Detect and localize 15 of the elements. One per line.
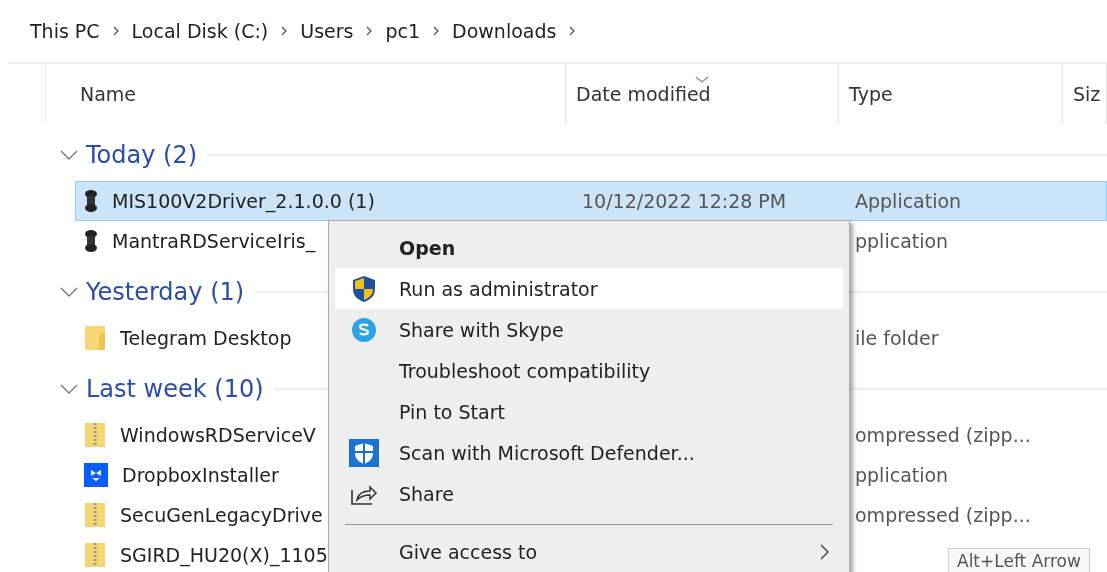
date-cell: 10/12/2022 12:28 PM xyxy=(582,190,787,212)
type-cell: pplication xyxy=(855,230,949,252)
file-name: SGIRD_HU20(X)_1105 xyxy=(120,544,328,566)
type-cell: ile folder xyxy=(855,327,939,349)
file-name: WindowsRDServiceV xyxy=(120,424,316,446)
file-name: Telegram Desktop xyxy=(120,327,292,349)
file-name: MantraRDServiceIris_ xyxy=(112,230,316,252)
type-cell: pplication xyxy=(855,464,949,486)
file-name: DropboxInstaller xyxy=(122,464,279,486)
type-cell: ompressed (zipp... xyxy=(855,504,1031,526)
file-name: MIS100V2Driver_2.1.0.0 (1) xyxy=(112,190,375,212)
type-cell: ompressed (zipp... xyxy=(855,424,1031,446)
type-cell: Application xyxy=(855,190,962,212)
tooltip: Alt+Left Arrow xyxy=(948,548,1090,572)
file-name: SecuGenLegacyDrive xyxy=(120,504,323,526)
